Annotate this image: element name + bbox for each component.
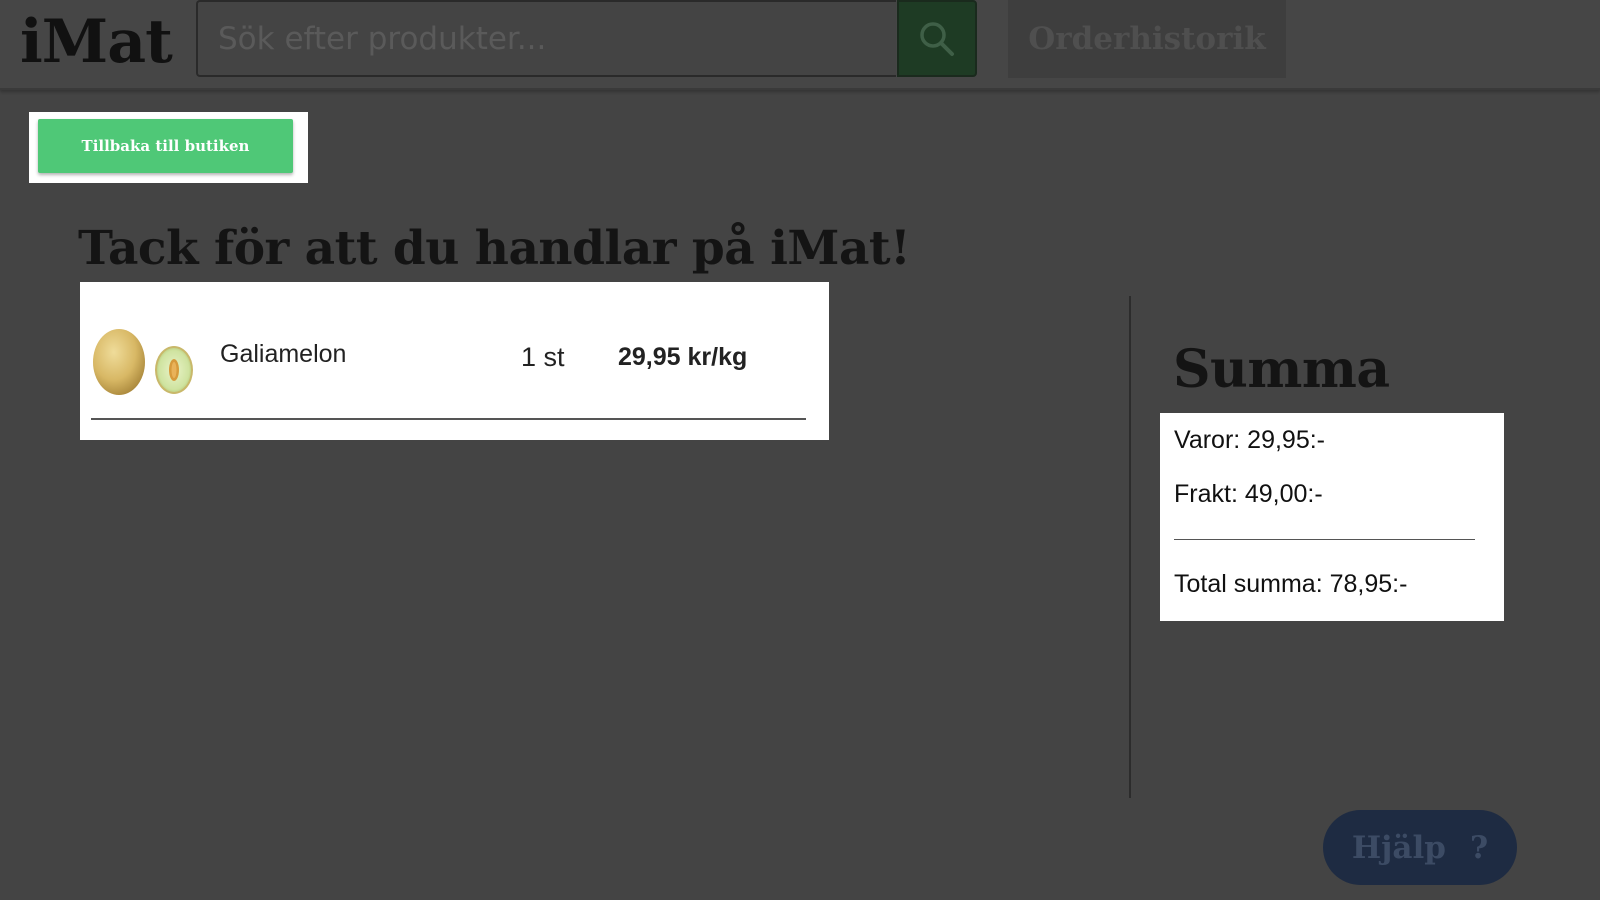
vertical-divider — [1129, 296, 1131, 798]
back-button-container: Tillbaka till butiken — [29, 112, 308, 183]
summary-divider — [1174, 539, 1475, 540]
help-button[interactable]: Hjälp ? — [1323, 810, 1517, 885]
back-to-store-button[interactable]: Tillbaka till butiken — [38, 119, 293, 173]
question-mark-icon: ? — [1469, 829, 1489, 866]
summary-total: Total summa: 78,95:- — [1174, 570, 1408, 598]
header: iMat Orderhistorik — [0, 0, 1600, 90]
summary-shipping: Frakt: 49,00:- — [1174, 480, 1323, 508]
summary-goods: Varor: 29,95:- — [1174, 426, 1326, 454]
summary-title: Summa — [1173, 339, 1390, 400]
search-input[interactable] — [196, 0, 896, 77]
search-button[interactable] — [897, 0, 977, 77]
help-label: Hjälp — [1351, 829, 1446, 866]
row-divider — [91, 418, 806, 420]
summary-panel: Varor: 29,95:- Frakt: 49,00:- Total summ… — [1160, 413, 1504, 621]
galia-melon-image — [93, 329, 193, 395]
page-title: Tack för att du handlar på iMat! — [78, 221, 911, 276]
order-history-button[interactable]: Orderhistorik — [1008, 0, 1286, 78]
product-quantity: 1 st — [521, 342, 565, 372]
search-icon — [920, 21, 954, 56]
order-items-panel: Galiamelon 1 st 29,95 kr/kg — [80, 282, 829, 440]
product-name: Galiamelon — [220, 340, 347, 368]
product-price: 29,95 kr/kg — [618, 343, 748, 371]
logo[interactable]: iMat — [20, 6, 173, 78]
